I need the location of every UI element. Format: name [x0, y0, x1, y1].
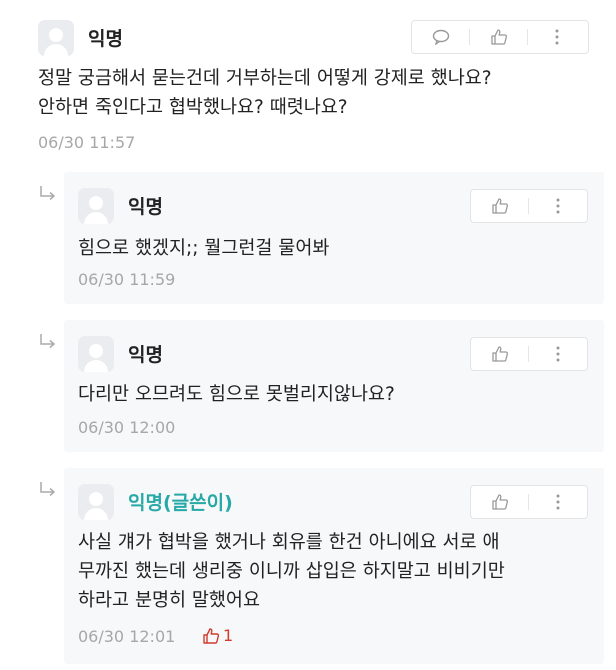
more-vertical-icon [556, 346, 559, 362]
reply-comment: 익명 힘으로 했겠지;; 뭘그런걸 물어봐 06/30 11:59 [64, 172, 604, 304]
author-name: 익명 [128, 196, 163, 218]
reply-text-line: 하라고 분명히 말했어요 [78, 590, 260, 611]
reply-arrow-icon [40, 482, 56, 497]
like-button[interactable] [470, 21, 527, 53]
more-button[interactable] [529, 486, 586, 518]
reply-comment: 익명 다리만 오므려도 힘으로 못벌리지않나요? 06/30 12:00 [64, 320, 604, 452]
reply-timestamp: 06/30 12:00 [78, 418, 176, 437]
like-button[interactable] [471, 338, 528, 370]
reply-timestamp: 06/30 11:59 [78, 270, 176, 289]
more-vertical-icon [555, 29, 558, 45]
reply-comment: 익명(글쓴이) 사실 걔가 협박을 했거나 회유를 한건 아니에요 서로 애 무… [64, 468, 604, 664]
reply-text-line: 다리만 오므려도 힘으로 못벌리지않나요? [78, 384, 395, 405]
author-name: 익명 [128, 344, 163, 366]
reply-arrow-icon [40, 334, 56, 349]
post-actions [411, 20, 589, 54]
thumbs-up-icon [491, 198, 508, 214]
avatar [38, 20, 74, 56]
like-button[interactable] [471, 486, 528, 518]
comment-icon [432, 29, 449, 45]
like-count: 1 [202, 626, 233, 645]
reply-arrow-icon [40, 186, 56, 201]
comment-button[interactable] [412, 21, 469, 53]
reply-text-line: 무까진 했는데 생리중 이니까 삽입은 하지말고 비비기만 [78, 561, 505, 582]
more-vertical-icon [556, 198, 559, 214]
thumbs-up-icon [203, 627, 220, 644]
post-text-line: 정말 궁금해서 묻는건데 거부하는데 어떻게 강제로 했나요? [38, 68, 492, 89]
reply-timestamp: 06/30 12:01 [78, 627, 176, 646]
author-name-op: 익명(글쓴이) [128, 492, 233, 514]
like-count-value: 1 [223, 626, 234, 645]
author-name: 익명 [88, 28, 123, 50]
thumbs-up-icon [491, 346, 508, 362]
more-button[interactable] [529, 338, 586, 370]
original-post: 익명 정말 궁금해서 묻는건데 거부하는데 어떻게 강제로 했나요? 안하면 죽… [0, 0, 616, 165]
avatar [78, 188, 114, 224]
reply-text-line: 힘으로 했겠지;; 뭘그런걸 물어봐 [78, 238, 330, 259]
more-button[interactable] [528, 21, 585, 53]
like-button[interactable] [471, 190, 528, 222]
more-button[interactable] [529, 190, 586, 222]
thumbs-up-icon [490, 29, 507, 45]
post-timestamp: 06/30 11:57 [38, 133, 136, 152]
reply-actions [470, 189, 588, 223]
thumbs-up-icon [491, 494, 508, 510]
reply-actions [470, 485, 588, 519]
post-text-line: 안하면 죽인다고 협박했나요? 때렷나요? [38, 97, 348, 118]
reply-actions [470, 337, 588, 371]
avatar [78, 336, 114, 372]
more-vertical-icon [556, 494, 559, 510]
reply-text-line: 사실 걔가 협박을 했거나 회유를 한건 아니에요 서로 애 [78, 532, 500, 553]
avatar [78, 484, 114, 520]
